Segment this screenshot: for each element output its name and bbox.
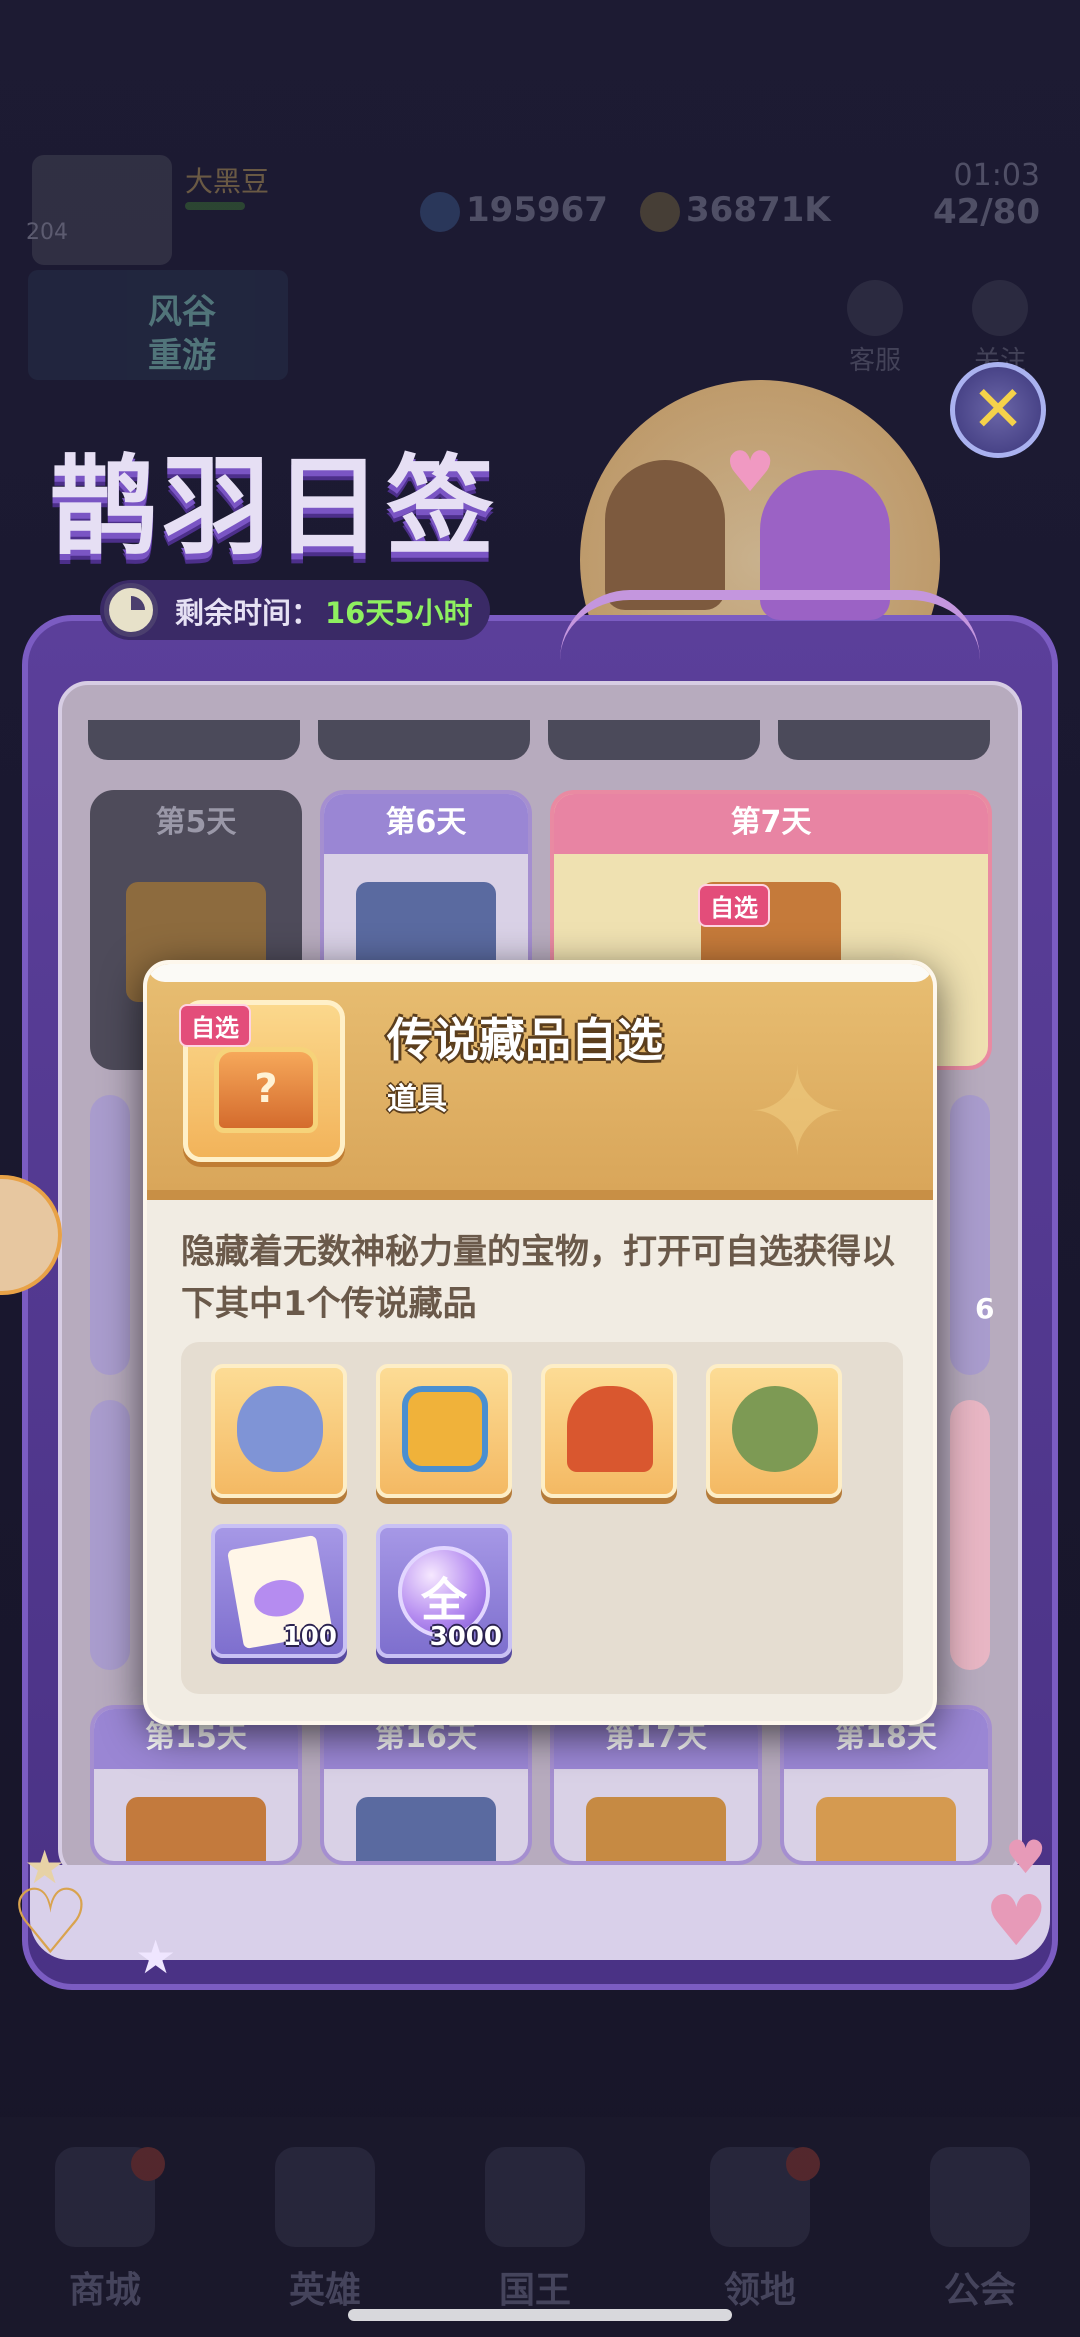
- star-decoration-icon: ★: [135, 1930, 177, 1984]
- nav-territory-label: 领地: [723, 2270, 796, 2311]
- player-level: 204: [26, 220, 68, 245]
- row-card-left-2: [90, 1400, 130, 1670]
- nav-heroes-label: 英雄: [288, 2270, 361, 2311]
- nav-territory[interactable]: 领地: [680, 2147, 840, 2313]
- reward-option[interactable]: [706, 1364, 842, 1498]
- gem-value: 195967: [466, 190, 608, 230]
- follow-icon: [972, 280, 1028, 336]
- top-hud: 204 大黑豆 195967 36871K 01:03 42/80: [0, 130, 1080, 265]
- reward-option[interactable]: [376, 1364, 512, 1498]
- scroll-icon: [816, 1797, 956, 1861]
- clock-icon: [104, 583, 158, 637]
- gem-icon: [420, 191, 460, 232]
- nav-guild[interactable]: 公会: [900, 2147, 1060, 2313]
- close-icon: ✕: [971, 373, 1025, 447]
- notification-dot: [786, 2147, 820, 2181]
- orb-label: 全: [421, 1573, 467, 1627]
- headset-icon: [847, 280, 903, 336]
- heart-decoration-icon: ♥: [1005, 1830, 1047, 1884]
- question-mark-icon: ?: [254, 1066, 278, 1112]
- day-card-17[interactable]: 第17天: [550, 1705, 762, 1865]
- nav-shop[interactable]: 商城: [25, 2147, 185, 2313]
- row-card-right-2: [950, 1400, 990, 1670]
- gold-counter: 36871K: [640, 190, 831, 232]
- treasure-chest-icon: ?: [214, 1047, 318, 1133]
- heart-icon: ♥: [725, 440, 776, 505]
- close-button[interactable]: ✕: [950, 362, 1046, 458]
- reward-options-panel: 100 全 3000: [181, 1342, 903, 1694]
- reward-option[interactable]: 100: [211, 1524, 347, 1658]
- energy-value: 42/80: [932, 192, 1040, 232]
- event-banner: 风谷 重游: [28, 270, 288, 380]
- select-tag: 自选: [179, 1004, 251, 1047]
- item-detail-popup: ✦ ? 自选 传说藏品自选 道具 隐藏着无数神秘力量的宝物，打开可自选获得以下其…: [143, 960, 937, 1725]
- popup-header: ✦ ? 自选 传说藏品自选 道具: [147, 964, 933, 1200]
- player-name: 大黑豆: [185, 165, 270, 198]
- gem-counter: 195967: [420, 190, 608, 232]
- crystal-icon: [586, 1797, 726, 1861]
- side-item-count: 6: [975, 1292, 995, 1325]
- day-card-15[interactable]: 第15天: [90, 1705, 302, 1865]
- crown-icon: [485, 2147, 585, 2247]
- item-type: 道具: [387, 1082, 447, 1117]
- notification-dot: [131, 2147, 165, 2181]
- bridge-illustration: [560, 590, 980, 660]
- reward-quantity: 3000: [429, 1622, 502, 1652]
- day-label: 第7天: [554, 794, 988, 854]
- blue-drop-icon: [356, 1797, 496, 1861]
- event-panel-footer: [30, 1865, 1050, 1960]
- reward-option[interactable]: [541, 1364, 677, 1498]
- nav-heroes[interactable]: 英雄: [245, 2147, 405, 2313]
- player-avatar: [32, 155, 172, 265]
- item-description: 隐藏着无数神秘力量的宝物，打开可自选获得以下其中1个传说藏品: [181, 1232, 895, 1324]
- snow-edge-decoration: [147, 964, 933, 982]
- home-indicator[interactable]: [348, 2309, 732, 2321]
- day7-select-tag: 自选: [698, 884, 770, 927]
- moss-golem-icon: [732, 1386, 818, 1472]
- previous-row-strip: [88, 720, 993, 760]
- golden-trophy-icon: [567, 1386, 653, 1472]
- day-label: 第5天: [94, 794, 298, 854]
- reward-option[interactable]: [211, 1364, 347, 1498]
- day-label: 第6天: [324, 794, 528, 854]
- row-card-right: [950, 1095, 990, 1375]
- nav-guild-label: 公会: [943, 2270, 1016, 2311]
- hero-character-illustration: [605, 460, 725, 610]
- support-button: 客服: [835, 280, 915, 377]
- bottom-navigation: 商城 英雄 国王 领地 公会: [0, 2117, 1080, 2337]
- heart-decoration-icon: ♥: [985, 1880, 1048, 1962]
- nav-king-label: 国王: [498, 2270, 571, 2311]
- energy-timer: 01:03: [953, 158, 1040, 193]
- nav-shop-label: 商城: [68, 2270, 141, 2311]
- day-card-18[interactable]: 第18天: [780, 1705, 992, 1865]
- player-exp-bar: [185, 202, 245, 210]
- gold-value: 36871K: [686, 190, 831, 230]
- heroes-icon: [275, 2147, 375, 2247]
- retro-tv-icon: [402, 1386, 488, 1472]
- nav-king[interactable]: 国王: [455, 2147, 615, 2313]
- heart-outline-decoration-icon: ♡: [10, 1870, 91, 1975]
- amulet-icon: [126, 1797, 266, 1861]
- item-title: 传说藏品自选: [387, 1013, 663, 1067]
- event-title: 鹊羽日签: [50, 444, 499, 570]
- blue-bear-plush-icon: [237, 1386, 323, 1472]
- planet-icon: [930, 2147, 1030, 2247]
- reward-quantity: 100: [282, 1622, 337, 1652]
- remaining-time-label: 剩余时间：: [175, 596, 321, 630]
- banner-line-1: 风谷: [148, 292, 216, 332]
- day-card-16[interactable]: 第16天: [320, 1705, 532, 1865]
- banner-line-2: 重游: [148, 336, 216, 376]
- gold-coin-icon: [640, 191, 680, 232]
- reward-option[interactable]: 全 3000: [376, 1524, 512, 1658]
- row-card-left: [90, 1095, 130, 1375]
- sparkle-decoration-icon: ✦: [747, 1044, 848, 1183]
- support-label: 客服: [848, 346, 901, 376]
- remaining-time-value: 16天5小时: [325, 596, 473, 630]
